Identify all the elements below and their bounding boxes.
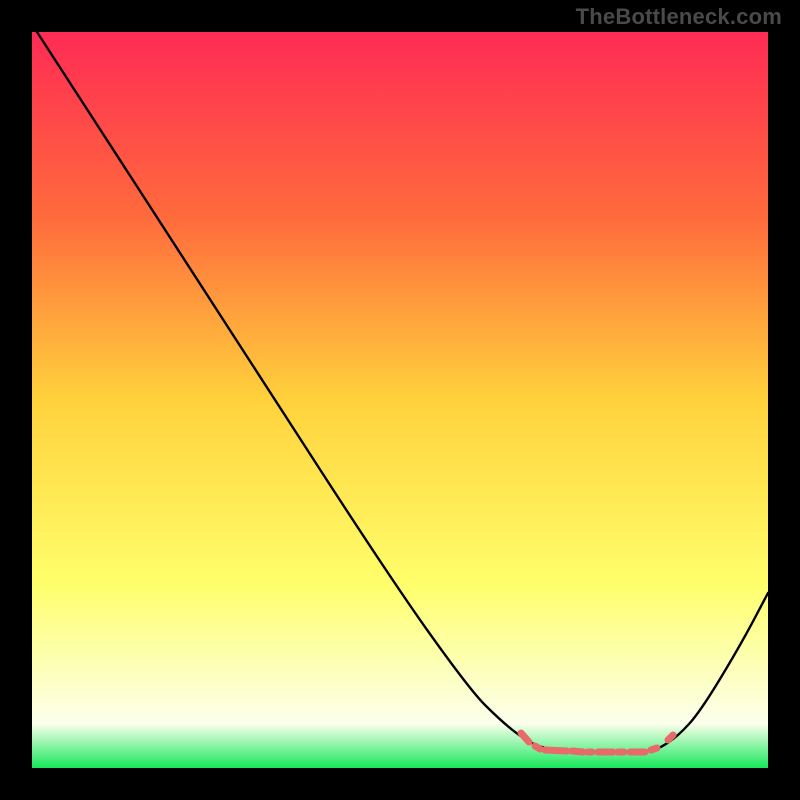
bottleneck-chart bbox=[0, 0, 800, 800]
gradient-plot-area bbox=[32, 32, 768, 768]
chart-container: { "watermark": "TheBottleneck.com", "cha… bbox=[0, 0, 800, 800]
watermark-text: TheBottleneck.com bbox=[576, 4, 782, 30]
